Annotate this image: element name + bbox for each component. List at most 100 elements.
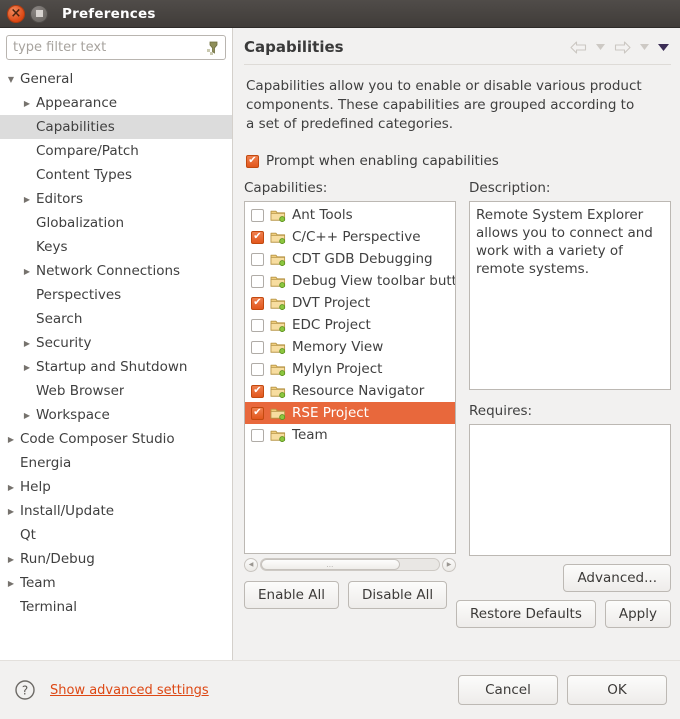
capability-label: Team bbox=[292, 427, 328, 443]
page-nav-toolbar bbox=[567, 38, 671, 56]
sidebar-item-label: General bbox=[20, 71, 74, 87]
folder-icon bbox=[270, 428, 286, 443]
preferences-tree[interactable]: ▼ General ▶ Appearance Capabilities Compare/P… bbox=[0, 66, 232, 660]
forward-arrow-icon[interactable] bbox=[611, 38, 633, 56]
sidebar-item-help[interactable]: ▶ Help bbox=[0, 475, 232, 499]
filter-clear-icon[interactable] bbox=[206, 40, 221, 56]
requires-label: Requires: bbox=[469, 403, 533, 419]
capability-label: C/C++ Perspective bbox=[292, 229, 421, 245]
chevron-right-icon[interactable]: ▶ bbox=[2, 483, 20, 492]
capability-checkbox[interactable] bbox=[251, 274, 264, 288]
chevron-right-icon[interactable]: ▶ bbox=[18, 267, 36, 276]
capability-row[interactable]: Resource Navigator bbox=[245, 380, 455, 402]
capability-row[interactable]: Ant Tools bbox=[245, 204, 455, 226]
capability-checkbox[interactable] bbox=[251, 208, 264, 222]
sidebar-item-appearance[interactable]: ▶ Appearance bbox=[0, 91, 232, 115]
sidebar-item-security[interactable]: ▶ Security bbox=[0, 331, 232, 355]
capability-row[interactable]: EDC Project bbox=[245, 314, 455, 336]
chevron-right-icon[interactable]: ▶ bbox=[18, 363, 36, 372]
filter-box[interactable] bbox=[6, 35, 226, 60]
chevron-right-icon[interactable]: ▶ bbox=[2, 579, 20, 588]
chevron-right-icon[interactable]: ▶ bbox=[18, 339, 36, 348]
sidebar-item-code-composer-studio[interactable]: ▶ Code Composer Studio bbox=[0, 427, 232, 451]
scroll-track[interactable]: … bbox=[260, 558, 440, 571]
dialog-footer: ? Show advanced settings Cancel OK bbox=[0, 660, 680, 719]
sidebar-item-network-connections[interactable]: ▶ Network Connections bbox=[0, 259, 232, 283]
ok-button[interactable]: OK bbox=[567, 675, 667, 705]
search-input[interactable] bbox=[7, 36, 225, 59]
chevron-right-icon[interactable]: ▶ bbox=[2, 435, 20, 444]
apply-button[interactable]: Apply bbox=[604, 600, 671, 628]
details-column: Description: Remote System Explorer allo… bbox=[455, 180, 671, 628]
chevron-right-icon[interactable]: ▶ bbox=[2, 555, 20, 564]
capability-row[interactable]: Memory View bbox=[245, 336, 455, 358]
sidebar-item-editors[interactable]: ▶ Editors bbox=[0, 187, 232, 211]
capability-row[interactable]: Mylyn Project bbox=[245, 358, 455, 380]
advanced-button[interactable]: Advanced... bbox=[563, 564, 671, 592]
capability-row[interactable]: Debug View toolbar butt bbox=[245, 270, 455, 292]
scroll-left-icon[interactable]: ◀ bbox=[244, 557, 258, 572]
sidebar-item-energia[interactable]: Energia bbox=[0, 451, 232, 475]
sidebar-item-label: Capabilities bbox=[36, 119, 115, 135]
chevron-right-icon[interactable]: ▶ bbox=[2, 507, 20, 516]
capability-checkbox[interactable] bbox=[251, 230, 264, 244]
chevron-down-filled-icon[interactable] bbox=[655, 38, 671, 56]
sidebar-item-label: Run/Debug bbox=[20, 551, 95, 567]
sidebar-item-capabilities[interactable]: Capabilities bbox=[0, 115, 232, 139]
sidebar-item-team[interactable]: ▶ Team bbox=[0, 571, 232, 595]
sidebar-item-install-update[interactable]: ▶ Install/Update bbox=[0, 499, 232, 523]
capability-row[interactable]: CDT GDB Debugging bbox=[245, 248, 455, 270]
sidebar-item-label: Content Types bbox=[36, 167, 133, 183]
capability-checkbox[interactable] bbox=[251, 340, 264, 354]
capability-checkbox[interactable] bbox=[251, 428, 264, 442]
sidebar-item-content-types[interactable]: Content Types bbox=[0, 163, 232, 187]
capability-checkbox[interactable] bbox=[251, 252, 264, 266]
sidebar-item-compare-patch[interactable]: Compare/Patch bbox=[0, 139, 232, 163]
folder-icon bbox=[270, 318, 286, 333]
prompt-checkbox-box[interactable] bbox=[246, 154, 259, 168]
sidebar-item-terminal[interactable]: Terminal bbox=[0, 595, 232, 619]
sidebar-item-keys[interactable]: Keys bbox=[0, 235, 232, 259]
help-icon[interactable]: ? bbox=[14, 679, 36, 701]
sidebar-item-qt[interactable]: Qt bbox=[0, 523, 232, 547]
sidebar-item-web-browser[interactable]: Web Browser bbox=[0, 379, 232, 403]
maximize-icon[interactable] bbox=[30, 4, 48, 23]
chevron-down-icon[interactable]: ▼ bbox=[2, 75, 20, 84]
footer-buttons: Cancel OK bbox=[458, 675, 667, 705]
back-history-chevron-down-icon[interactable] bbox=[592, 38, 608, 56]
capabilities-hscrollbar[interactable]: ◀ … ▶ bbox=[244, 557, 456, 572]
capability-row[interactable]: C/C++ Perspective bbox=[245, 226, 455, 248]
sidebar-item-startup-and-shutdown[interactable]: ▶ Startup and Shutdown bbox=[0, 355, 232, 379]
sidebar-item-perspectives[interactable]: Perspectives bbox=[0, 283, 232, 307]
sidebar-item-workspace[interactable]: ▶ Workspace bbox=[0, 403, 232, 427]
capability-row[interactable]: DVT Project bbox=[245, 292, 455, 314]
disable-all-button[interactable]: Disable All bbox=[348, 581, 448, 609]
scroll-right-icon[interactable]: ▶ bbox=[442, 557, 456, 572]
capability-checkbox[interactable] bbox=[251, 384, 264, 398]
sidebar-item-general[interactable]: ▼ General bbox=[0, 67, 232, 91]
capability-row[interactable]: Team bbox=[245, 424, 455, 446]
prompt-when-enabling-checkbox[interactable]: Prompt when enabling capabilities bbox=[244, 134, 671, 169]
capability-row[interactable]: RSE Project bbox=[245, 402, 455, 424]
sidebar-item-label: Terminal bbox=[20, 599, 78, 615]
capability-checkbox[interactable] bbox=[251, 296, 264, 310]
capabilities-list[interactable]: Ant Tools C/C++ Perspective CDT GDB Debugg… bbox=[244, 201, 456, 554]
restore-defaults-button[interactable]: Restore Defaults bbox=[455, 600, 596, 628]
sidebar-item-globalization[interactable]: Globalization bbox=[0, 211, 232, 235]
forward-history-chevron-down-icon[interactable] bbox=[636, 38, 652, 56]
enable-all-button[interactable]: Enable All bbox=[244, 581, 340, 609]
chevron-right-icon[interactable]: ▶ bbox=[18, 195, 36, 204]
chevron-right-icon[interactable]: ▶ bbox=[18, 99, 36, 108]
capability-checkbox[interactable] bbox=[251, 362, 264, 376]
svg-text:?: ? bbox=[22, 684, 28, 698]
close-icon[interactable] bbox=[7, 4, 25, 23]
show-advanced-settings-link[interactable]: Show advanced settings bbox=[50, 683, 209, 698]
chevron-right-icon[interactable]: ▶ bbox=[18, 411, 36, 420]
scroll-thumb[interactable]: … bbox=[261, 559, 400, 570]
cancel-button[interactable]: Cancel bbox=[458, 675, 558, 705]
back-arrow-icon[interactable] bbox=[567, 38, 589, 56]
capability-checkbox[interactable] bbox=[251, 318, 264, 332]
capability-checkbox[interactable] bbox=[251, 406, 264, 420]
sidebar-item-search[interactable]: Search bbox=[0, 307, 232, 331]
sidebar-item-run-debug[interactable]: ▶ Run/Debug bbox=[0, 547, 232, 571]
